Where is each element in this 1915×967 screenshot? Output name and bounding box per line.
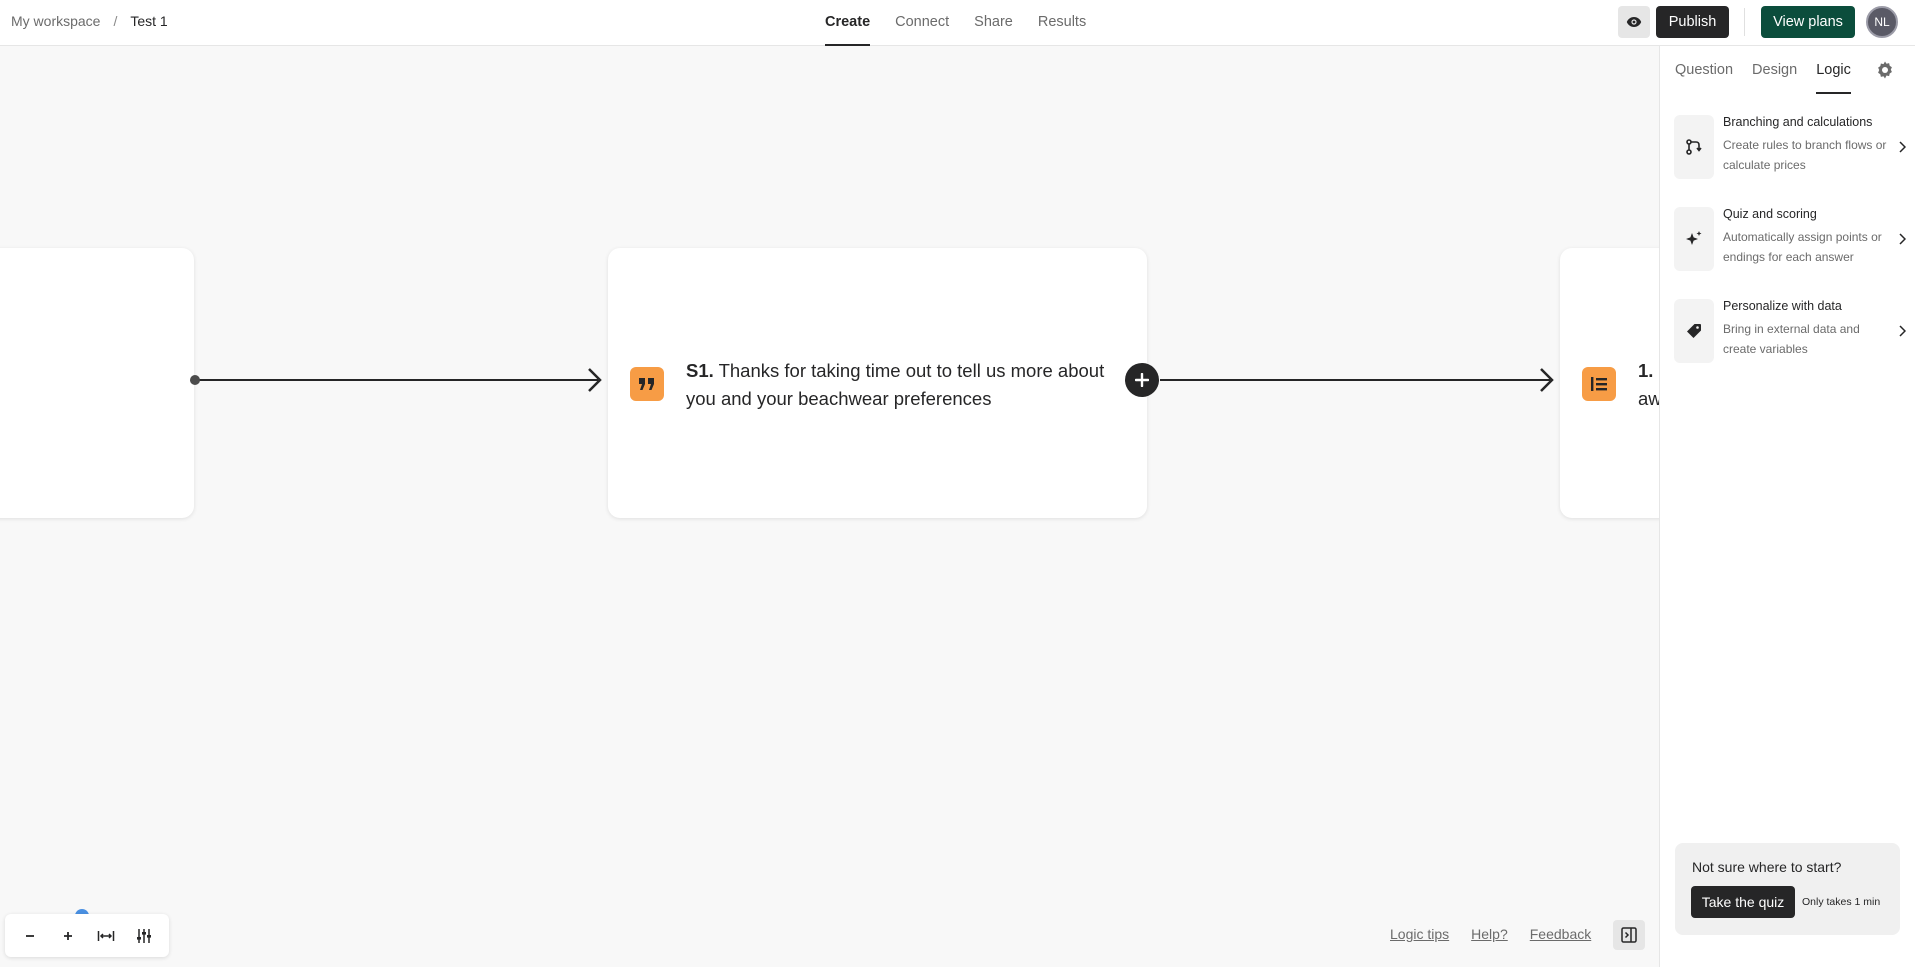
logic-item-description: Create rules to branch flows or calculat… [1723,138,1887,172]
toggle-panel-button[interactable] [1613,920,1645,950]
chevron-right-icon [1899,325,1906,337]
tab-question[interactable]: Question [1675,46,1733,93]
help-card: Not sure where to start? Take the quiz O… [1675,843,1900,935]
help-link[interactable]: Help? [1471,926,1508,942]
welcome-card[interactable] [0,248,194,518]
tab-connect[interactable]: Connect [895,0,949,46]
breadcrumb-form-name[interactable]: Test 1 [130,13,167,29]
logic-item-branching[interactable]: Branching and calculations Create rules … [1674,115,1910,185]
logic-item-description: Bring in external data and create variab… [1723,322,1860,356]
chevron-right-icon [1899,233,1906,245]
fit-width-button[interactable] [89,919,123,953]
take-quiz-button[interactable]: Take the quiz [1691,886,1795,918]
statement-card-s1[interactable]: S1. Thanks for taking time out to tell u… [608,248,1147,518]
branch-icon [1674,115,1714,179]
plus-icon [1135,373,1149,387]
avatar[interactable]: NL [1866,6,1898,38]
logic-item-title: Personalize with data [1723,299,1842,313]
question-card-1[interactable]: 1. aw [1560,248,1659,518]
question-number: 1. [1638,360,1654,381]
fit-width-icon [97,930,115,941]
statement-number: S1. [686,360,714,381]
statement-body: Thanks for taking time out to tell us mo… [686,360,1105,409]
preview-button[interactable] [1618,6,1650,38]
chevron-right-icon [1899,141,1906,153]
breadcrumb: My workspace / Test 1 [11,13,168,29]
flow-canvas[interactable]: S1. Thanks for taking time out to tell u… [0,46,1659,967]
statement-text: S1. Thanks for taking time out to tell u… [686,357,1106,413]
zoom-out-icon [26,934,34,937]
logic-item-quiz-scoring[interactable]: Quiz and scoring Automatically assign po… [1674,207,1910,277]
help-card-text: Not sure where to start? [1692,859,1842,875]
quiz-duration-note: Only takes 1 min [1802,896,1881,908]
zoom-in-icon [64,931,72,940]
settings-sliders-icon [137,928,151,943]
quote-icon [630,367,664,401]
logic-tips-link[interactable]: Logic tips [1390,926,1449,942]
logic-item-personalize[interactable]: Personalize with data Bring in external … [1674,299,1910,369]
add-block-button[interactable] [1125,363,1159,397]
publish-button[interactable]: Publish [1656,6,1729,38]
gear-icon[interactable] [1875,60,1895,80]
list-icon [1582,367,1616,401]
panel-collapse-icon [1621,927,1637,943]
question-body: aw [1638,388,1659,409]
tab-create[interactable]: Create [825,0,871,46]
logic-item-title: Branching and calculations [1723,115,1873,129]
tab-results[interactable]: Results [1038,0,1086,46]
panel-tabs: Question Design Logic [1675,46,1851,94]
view-plans-button[interactable]: View plans [1761,6,1855,38]
breadcrumb-separator: / [113,13,118,29]
tag-icon [1674,299,1714,363]
logic-item-description: Automatically assign points or endings f… [1723,230,1882,264]
tab-design[interactable]: Design [1752,46,1797,93]
tab-share[interactable]: Share [974,0,1013,46]
logic-item-title: Quiz and scoring [1723,207,1817,221]
tab-logic[interactable]: Logic [1816,46,1851,94]
eye-icon [1626,17,1642,27]
zoom-controls [5,914,169,957]
sparkle-icon [1674,207,1714,271]
header-divider [1744,8,1745,36]
side-panel: Question Design Logic Branching and calc… [1659,46,1915,967]
feedback-link[interactable]: Feedback [1530,926,1591,942]
canvas-settings-button[interactable] [127,919,161,953]
zoom-in-button[interactable] [51,919,85,953]
footer-links: Logic tips Help? Feedback [1390,926,1591,942]
main-nav: Create Connect Share Results [825,0,1086,46]
question-text: 1. aw [1638,357,1659,413]
top-bar: My workspace / Test 1 Create Connect Sha… [0,0,1915,46]
zoom-out-button[interactable] [13,919,47,953]
breadcrumb-workspace-link[interactable]: My workspace [11,13,100,29]
edge-anchor-dot[interactable] [190,375,200,385]
